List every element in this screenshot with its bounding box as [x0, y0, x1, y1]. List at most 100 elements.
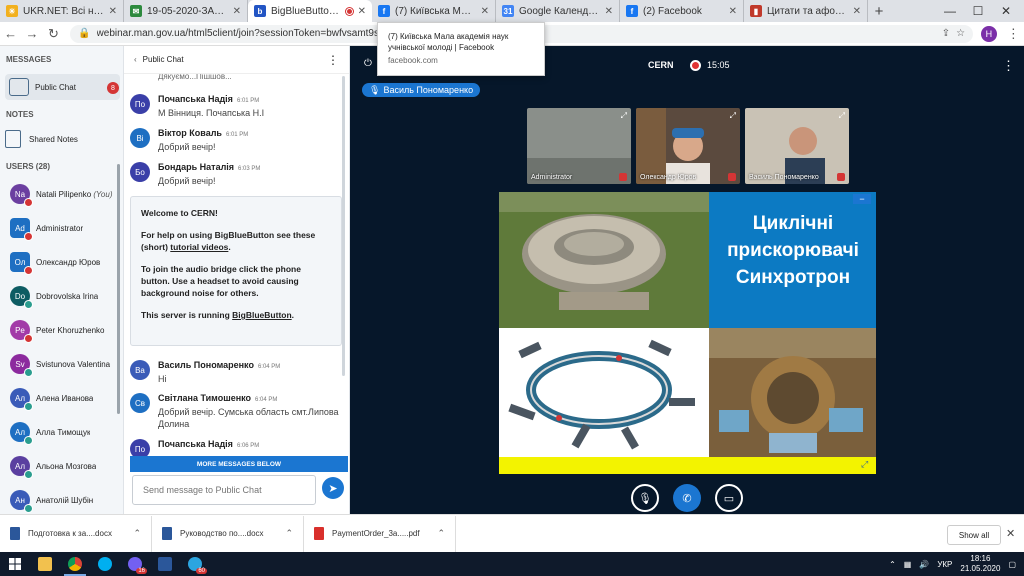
user-list-scrollbar[interactable]	[117, 164, 120, 414]
close-tab-icon[interactable]: ✕	[358, 6, 366, 17]
close-tab-icon[interactable]: ✕	[481, 6, 489, 17]
skype-taskbar-icon[interactable]	[90, 552, 120, 576]
user-name: Peter Khoruzhenko	[36, 326, 105, 335]
viber-taskbar-icon[interactable]: 16	[120, 552, 150, 576]
message-time: 6:04 PM	[257, 364, 281, 370]
user-list-item[interactable]: Ол Олександр Юров	[10, 250, 120, 275]
chat-message: По Почапська Надія 6:06 PM	[130, 439, 344, 459]
user-list-item[interactable]: Do Dobrovolska Irina	[10, 284, 120, 309]
chevron-up-icon[interactable]: ⌃	[437, 528, 445, 539]
forward-button[interactable]: →	[21, 23, 42, 45]
show-all-downloads-button[interactable]: Show all	[947, 525, 1001, 545]
message-avatar: Ва	[130, 360, 150, 380]
system-tray: ⌃ ▦ 🔊 УКР 18:16 21.05.2020 ▢	[889, 552, 1016, 576]
user-list-item[interactable]: Na Natali Pilipenko (You)	[10, 182, 120, 207]
bookmark-star-icon[interactable]: ☆	[956, 28, 965, 39]
browser-tab[interactable]: ☀ UKR.NET: Всі новини У ✕	[0, 0, 124, 22]
profile-avatar[interactable]: H	[981, 25, 997, 42]
user-name: Dobrovolska Irina	[36, 292, 98, 301]
share-webcam-button[interactable]: ▭	[715, 484, 743, 512]
close-download-shelf-icon[interactable]: ✕	[1006, 527, 1015, 540]
clock[interactable]: 18:16 21.05.2020	[960, 554, 1000, 574]
minimize-presentation-button[interactable]: −	[853, 194, 871, 204]
chat-panel: ‹ Public Chat ⋮ Дякуємо...Пішшов... По П…	[124, 46, 350, 514]
public-chat-item[interactable]: Public Chat	[5, 74, 120, 100]
close-tab-icon[interactable]: ✕	[729, 6, 737, 17]
leave-meeting-icon[interactable]: ⏻	[364, 58, 372, 69]
chevron-up-icon[interactable]: ⌃	[285, 528, 293, 539]
download-item[interactable]: Руководство по....docx ⌃	[152, 515, 304, 552]
chat-scrollbar[interactable]	[342, 76, 345, 376]
chat-message-input[interactable]	[132, 475, 316, 505]
close-tab-icon[interactable]: ✕	[853, 6, 861, 17]
browser-tab[interactable]: b BigBlueButton - CE ✕	[248, 0, 372, 22]
user-list-item[interactable]: Sv Svistunova Valentina	[10, 352, 120, 377]
fullscreen-icon[interactable]: ⤢	[839, 111, 845, 121]
fullscreen-icon[interactable]: ⤢	[730, 111, 736, 121]
audio-phone-button[interactable]: ✆	[673, 484, 701, 512]
user-list-item[interactable]: Ал Альона Мозгова	[10, 454, 120, 479]
fullscreen-icon[interactable]: ⤢	[621, 111, 627, 121]
new-tab-button[interactable]: +	[868, 0, 890, 22]
volume-icon[interactable]: 🔊	[919, 560, 929, 569]
download-item[interactable]: Подготовка к за....docx ⌃	[0, 515, 152, 552]
bigbluebutton-link[interactable]: BigBlueButton	[232, 310, 292, 320]
options-menu-icon[interactable]: ⋮	[1002, 58, 1015, 74]
notifications-icon[interactable]: ▢	[1008, 560, 1016, 569]
user-list-item[interactable]: Ал Алла Тимощук	[10, 420, 120, 445]
language-indicator[interactable]: УКР	[937, 560, 952, 569]
user-name: Natali Pilipenko (You)	[36, 190, 113, 199]
mute-microphone-button[interactable]: 🎙	[631, 484, 659, 512]
browser-tab[interactable]: f (2) Facebook ✕	[620, 0, 744, 22]
tab-title: BigBlueButton - CE	[271, 5, 341, 17]
user-list-item[interactable]: Ал Алена Иванова	[10, 386, 120, 411]
start-button[interactable]	[0, 552, 30, 576]
avatar-initials: Ал	[14, 393, 25, 403]
user-list-item[interactable]: Pe Peter Khoruzhenko	[10, 318, 120, 343]
users-header: USERS (28)	[6, 162, 51, 171]
tutorial-videos-link[interactable]: tutorial videos	[170, 242, 228, 252]
back-button[interactable]: ←	[0, 23, 21, 45]
word-taskbar-icon[interactable]	[150, 552, 180, 576]
tooltip-title: (7) Київська Мала академія наук учнівськ…	[388, 32, 509, 52]
download-item[interactable]: PaymentOrder_3a.....pdf ⌃	[304, 515, 456, 552]
browser-tab[interactable]: ✉ 19-05-2020-ЗАПРОШЕ ✕	[124, 0, 248, 22]
presentation-slide[interactable]: Циклічні прискорювачі Синхротрон − ⤢	[499, 192, 876, 474]
chat-options-icon[interactable]: ⋮	[327, 53, 339, 67]
close-tab-icon[interactable]: ✕	[109, 6, 117, 17]
webcam-tile[interactable]: ⤢ Administrator	[527, 108, 631, 184]
browser-tab[interactable]: 31 Google Календарь - к ✕	[496, 0, 620, 22]
punct: .	[291, 310, 295, 320]
close-tab-icon[interactable]: ✕	[233, 6, 241, 17]
network-icon[interactable]: ▦	[904, 560, 912, 569]
message-avatar: Ві	[130, 128, 150, 148]
fullscreen-presentation-icon[interactable]: ⤢	[861, 459, 868, 470]
webcam-tile[interactable]: ⤢ Олександр Юров	[636, 108, 740, 184]
close-window-button[interactable]: ✕	[986, 0, 1024, 22]
browser-menu-icon[interactable]: ⋮	[1003, 23, 1024, 45]
message-author: Почапська Надія 6:06 PM	[158, 439, 344, 449]
telegram-taskbar-icon[interactable]: 60	[180, 552, 210, 576]
webcam-tile[interactable]: ⤢ Василь Пономаренко	[745, 108, 849, 184]
close-tab-icon[interactable]: ✕	[605, 6, 613, 17]
more-messages-below-button[interactable]: MORE MESSAGES BELOW	[130, 456, 348, 472]
slide-footer-bar	[499, 457, 876, 474]
file-icon	[162, 527, 172, 540]
tray-chevron-icon[interactable]: ⌃	[889, 560, 896, 569]
share-icon[interactable]: ⇪	[942, 28, 950, 39]
talking-indicator[interactable]: 🎙 Василь Пономаренко	[362, 83, 481, 97]
browser-tab[interactable]: ▮ Цитати та афоризми ✕	[744, 0, 868, 22]
hide-chat-icon[interactable]: ‹	[134, 55, 137, 64]
file-explorer-taskbar-icon[interactable]	[30, 552, 60, 576]
message-author: Почапська Надія 6:01 PM	[158, 94, 344, 104]
chevron-up-icon[interactable]: ⌃	[133, 528, 141, 539]
user-list-item[interactable]: Ан Анатолій Шубін	[10, 488, 120, 513]
tab-favicon-icon: f	[378, 5, 390, 17]
send-message-button[interactable]: ➤	[322, 477, 344, 499]
browser-tab[interactable]: f (7) Київська Мала ака ✕	[372, 0, 496, 22]
user-list-item[interactable]: Ad Administrator	[10, 216, 120, 241]
reload-button[interactable]: ↻	[43, 23, 64, 45]
chrome-taskbar-icon[interactable]	[60, 552, 90, 576]
recording-indicator[interactable]	[690, 60, 701, 71]
shared-notes-item[interactable]: Shared Notes	[5, 130, 78, 148]
